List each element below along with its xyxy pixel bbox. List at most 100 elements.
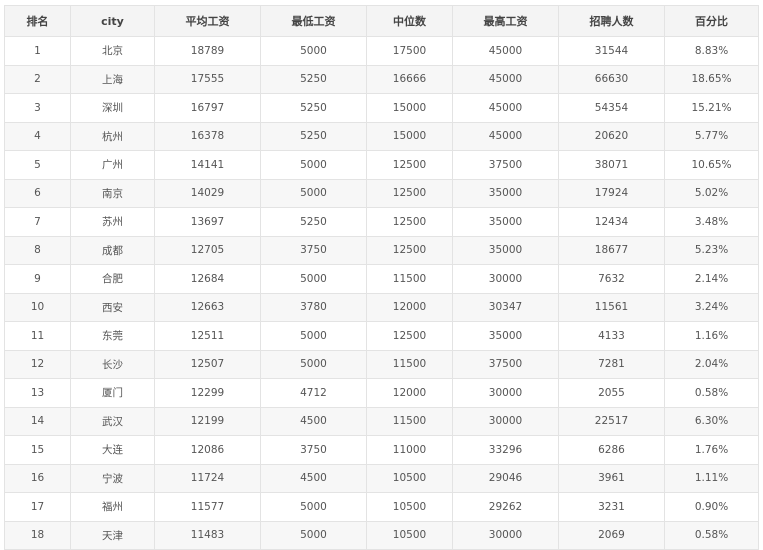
cell-min-salary: 3750	[260, 435, 367, 465]
cell-city: 天津	[70, 520, 155, 550]
cell-percentage: 3.24%	[664, 292, 759, 322]
cell-avg-salary: 12663	[154, 292, 261, 322]
cell-rank: 5	[4, 150, 71, 180]
column-header-job-count: 招聘人数	[558, 5, 665, 37]
table-row: 13 厦门 12299 4712 12000 30000 2055 0.58%	[4, 378, 759, 408]
cell-job-count: 4133	[558, 321, 665, 351]
cell-percentage: 18.65%	[664, 64, 759, 94]
cell-avg-salary: 12507	[154, 349, 261, 379]
cell-job-count: 18677	[558, 235, 665, 265]
cell-min-salary: 3780	[260, 292, 367, 322]
cell-min-salary: 4712	[260, 378, 367, 408]
cell-median: 11000	[366, 435, 453, 465]
table-row: 14 武汉 12199 4500 11500 30000 22517 6.30%	[4, 406, 759, 436]
cell-rank: 6	[4, 178, 71, 208]
cell-percentage: 5.23%	[664, 235, 759, 265]
cell-rank: 7	[4, 207, 71, 237]
cell-city: 厦门	[70, 378, 155, 408]
cell-city: 广州	[70, 150, 155, 180]
table-row: 15 大连 12086 3750 11000 33296 6286 1.76%	[4, 435, 759, 465]
cell-avg-salary: 11724	[154, 463, 261, 493]
cell-city: 上海	[70, 64, 155, 94]
cell-city: 成都	[70, 235, 155, 265]
cell-job-count: 11561	[558, 292, 665, 322]
cell-job-count: 54354	[558, 93, 665, 123]
cell-max-salary: 35000	[452, 207, 559, 237]
cell-avg-salary: 16378	[154, 121, 261, 151]
cell-median: 11500	[366, 406, 453, 436]
cell-rank: 4	[4, 121, 71, 151]
cell-city: 杭州	[70, 121, 155, 151]
cell-percentage: 0.58%	[664, 378, 759, 408]
column-header-max-salary: 最高工资	[452, 5, 559, 37]
cell-max-salary: 45000	[452, 93, 559, 123]
header-row: 排名 city 平均工资 最低工资 中位数 最高工资 招聘人数 百分比	[4, 5, 759, 37]
cell-city: 武汉	[70, 406, 155, 436]
cell-rank: 11	[4, 321, 71, 351]
cell-percentage: 1.76%	[664, 435, 759, 465]
cell-max-salary: 45000	[452, 36, 559, 66]
cell-rank: 13	[4, 378, 71, 408]
cell-min-salary: 5000	[260, 264, 367, 294]
cell-percentage: 0.58%	[664, 520, 759, 550]
cell-max-salary: 30000	[452, 406, 559, 436]
cell-median: 10500	[366, 520, 453, 550]
cell-job-count: 12434	[558, 207, 665, 237]
cell-median: 11500	[366, 264, 453, 294]
cell-city: 西安	[70, 292, 155, 322]
cell-max-salary: 35000	[452, 178, 559, 208]
column-header-min-salary: 最低工资	[260, 5, 367, 37]
cell-rank: 3	[4, 93, 71, 123]
cell-job-count: 31544	[558, 36, 665, 66]
cell-median: 15000	[366, 121, 453, 151]
cell-median: 10500	[366, 492, 453, 522]
cell-job-count: 2055	[558, 378, 665, 408]
cell-median: 16666	[366, 64, 453, 94]
table-row: 18 天津 11483 5000 10500 30000 2069 0.58%	[4, 520, 759, 550]
cell-job-count: 66630	[558, 64, 665, 94]
cell-percentage: 1.16%	[664, 321, 759, 351]
cell-percentage: 6.30%	[664, 406, 759, 436]
cell-job-count: 7281	[558, 349, 665, 379]
cell-avg-salary: 11483	[154, 520, 261, 550]
cell-avg-salary: 12086	[154, 435, 261, 465]
table-row: 16 宁波 11724 4500 10500 29046 3961 1.11%	[4, 463, 759, 493]
salary-table-container: 排名 city 平均工资 最低工资 中位数 最高工资 招聘人数 百分比 1 北京 1…	[4, 5, 759, 550]
cell-percentage: 10.65%	[664, 150, 759, 180]
cell-city: 东莞	[70, 321, 155, 351]
cell-avg-salary: 12199	[154, 406, 261, 436]
cell-rank: 2	[4, 64, 71, 94]
cell-max-salary: 37500	[452, 150, 559, 180]
cell-job-count: 6286	[558, 435, 665, 465]
table-row: 6 南京 14029 5000 12500 35000 17924 5.02%	[4, 178, 759, 208]
cell-city: 大连	[70, 435, 155, 465]
cell-percentage: 2.14%	[664, 264, 759, 294]
cell-city: 宁波	[70, 463, 155, 493]
cell-avg-salary: 12705	[154, 235, 261, 265]
table-row: 10 西安 12663 3780 12000 30347 11561 3.24%	[4, 292, 759, 322]
cell-median: 12000	[366, 292, 453, 322]
cell-max-salary: 35000	[452, 321, 559, 351]
cell-min-salary: 5000	[260, 520, 367, 550]
cell-job-count: 22517	[558, 406, 665, 436]
cell-median: 12500	[366, 207, 453, 237]
cell-job-count: 3961	[558, 463, 665, 493]
cell-job-count: 7632	[558, 264, 665, 294]
cell-rank: 16	[4, 463, 71, 493]
cell-min-salary: 5250	[260, 121, 367, 151]
cell-max-salary: 45000	[452, 121, 559, 151]
cell-avg-salary: 14029	[154, 178, 261, 208]
cell-job-count: 3231	[558, 492, 665, 522]
cell-city: 合肥	[70, 264, 155, 294]
cell-avg-salary: 12684	[154, 264, 261, 294]
cell-rank: 1	[4, 36, 71, 66]
cell-percentage: 15.21%	[664, 93, 759, 123]
table-row: 8 成都 12705 3750 12500 35000 18677 5.23%	[4, 235, 759, 265]
cell-max-salary: 33296	[452, 435, 559, 465]
cell-job-count: 20620	[558, 121, 665, 151]
cell-max-salary: 30000	[452, 520, 559, 550]
table-row: 5 广州 14141 5000 12500 37500 38071 10.65%	[4, 150, 759, 180]
cell-rank: 8	[4, 235, 71, 265]
table-row: 11 东莞 12511 5000 12500 35000 4133 1.16%	[4, 321, 759, 351]
cell-min-salary: 5250	[260, 93, 367, 123]
